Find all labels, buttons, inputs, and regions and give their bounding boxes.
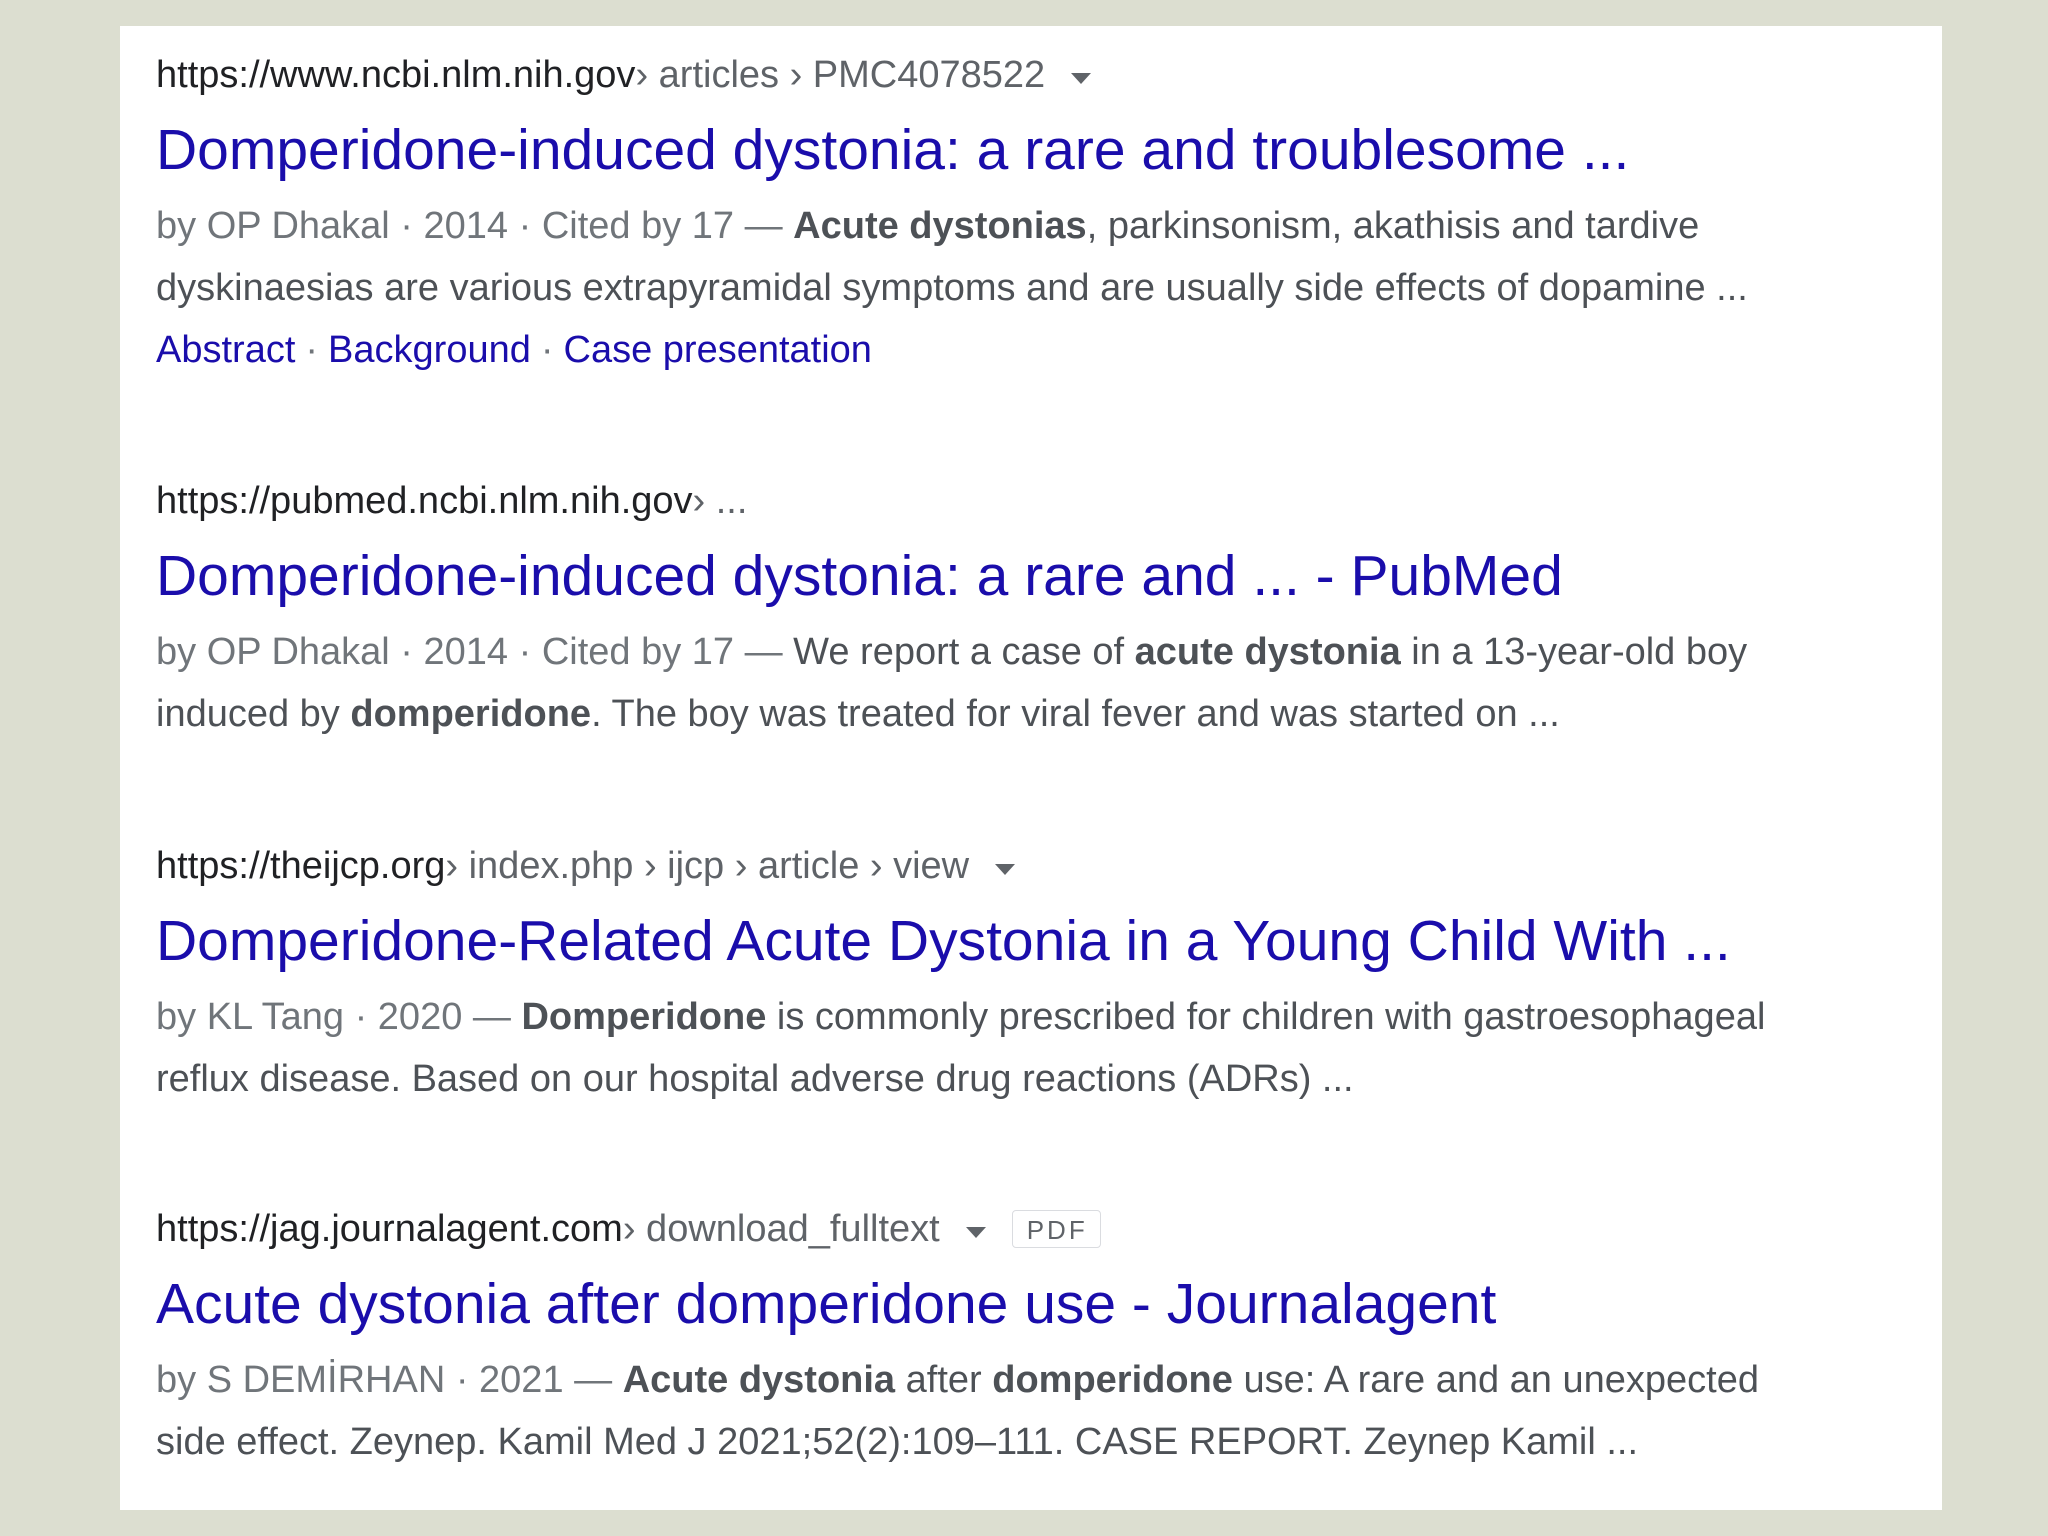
snippet-line: dyskinaesias are various extrapyramidal … — [156, 267, 1748, 309]
result-host: https://pubmed.ncbi.nlm.nih.gov — [156, 480, 693, 522]
result-snippet: by S DEMİRHAN · 2021 — Acute dystonia af… — [156, 1349, 1882, 1473]
snippet-line: by OP Dhakal · 2014 · Cited by 17 — Acut… — [156, 195, 1882, 257]
result-breadcrumb[interactable]: https://www.ncbi.nlm.nih.gov › articles … — [156, 56, 1882, 94]
snippet-line: side effect. Zeynep. Kamil Med J 2021;52… — [156, 1421, 1639, 1463]
result-title-link[interactable]: Domperidone-Related Acute Dystonia in a … — [156, 913, 1882, 970]
result-title-link[interactable]: Domperidone-induced dystonia: a rare and… — [156, 548, 1882, 605]
caret-down-icon[interactable] — [1071, 72, 1092, 84]
snippet-text: , parkinsonism, akathisis and tardive — [1086, 205, 1700, 247]
search-result: https://jag.journalagent.com › download_… — [156, 1210, 1882, 1473]
search-result: https://www.ncbi.nlm.nih.gov › articles … — [156, 56, 1882, 381]
snippet-text: use: A rare and an unexpected — [1232, 1359, 1759, 1401]
snippet-text: . The boy was treated for viral fever an… — [591, 693, 1560, 735]
result-meta: by S DEMİRHAN · 2021 — — [156, 1359, 623, 1401]
snippet-text: in a 13-year-old boy — [1400, 631, 1748, 673]
snippet-text: We report a case of — [793, 631, 1135, 673]
snippet-line: by OP Dhakal · 2014 · Cited by 17 — We r… — [156, 621, 1882, 683]
snippet-text: is commonly prescribed for children with… — [766, 996, 1766, 1038]
snippet-text: induced by — [156, 693, 351, 735]
result-title-link[interactable]: Acute dystonia after domperidone use - J… — [156, 1276, 1882, 1333]
result-path: › download_fulltext — [622, 1208, 940, 1250]
result-path: › ... — [692, 480, 748, 522]
result-host: https://theijcp.org — [156, 845, 446, 887]
separator-dot: · — [305, 329, 319, 371]
sitelink-abstract[interactable]: Abstract — [156, 329, 295, 371]
result-snippet: by OP Dhakal · 2014 · Cited by 17 — We r… — [156, 621, 1882, 745]
result-host: https://jag.journalagent.com — [156, 1208, 623, 1250]
result-meta: by KL Tang · 2020 — — [156, 996, 522, 1038]
caret-down-icon[interactable] — [965, 1226, 986, 1238]
snippet-line: reflux disease. Based on our hospital ad… — [156, 1058, 1354, 1100]
sitelink-background[interactable]: Background — [328, 329, 531, 371]
result-path: › articles › PMC4078522 — [635, 54, 1046, 96]
caret-down-icon[interactable] — [995, 863, 1016, 875]
result-snippet: by OP Dhakal · 2014 · Cited by 17 — Acut… — [156, 195, 1882, 319]
snippet-bold: acute dystonia — [1134, 631, 1401, 673]
result-host: https://www.ncbi.nlm.nih.gov — [156, 54, 636, 96]
snippet-bold: Acute dystonias — [793, 205, 1087, 247]
pdf-badge: PDF — [1011, 1210, 1101, 1248]
snippet-text: after — [895, 1359, 993, 1401]
result-path: › index.php › ijcp › article › view — [445, 845, 970, 887]
snippet-bold: Domperidone — [521, 996, 767, 1038]
snippet-bold: domperidone — [350, 693, 592, 735]
snippet-line: by S DEMİRHAN · 2021 — Acute dystonia af… — [156, 1349, 1882, 1411]
result-breadcrumb[interactable]: https://pubmed.ncbi.nlm.nih.gov › ... — [156, 482, 1882, 520]
result-title-link[interactable]: Domperidone-induced dystonia: a rare and… — [156, 122, 1882, 179]
separator-dot: · — [540, 329, 554, 371]
search-result: https://theijcp.org › index.php › ijcp ›… — [156, 847, 1882, 1110]
result-breadcrumb[interactable]: https://jag.journalagent.com › download_… — [156, 1210, 1882, 1248]
sitelink-case-presentation[interactable]: Case presentation — [564, 329, 872, 371]
sitelinks: Abstract · Background · Case presentation — [156, 319, 1882, 381]
snippet-line: induced by domperidone. The boy was trea… — [156, 683, 1882, 745]
result-meta: by OP Dhakal · 2014 · Cited by 17 — — [156, 631, 794, 673]
result-breadcrumb[interactable]: https://theijcp.org › index.php › ijcp ›… — [156, 847, 1882, 885]
result-meta: by OP Dhakal · 2014 · Cited by 17 — — [156, 205, 794, 247]
search-results-card: https://www.ncbi.nlm.nih.gov › articles … — [120, 26, 1942, 1510]
result-snippet: by KL Tang · 2020 — Domperidone is commo… — [156, 986, 1882, 1110]
snippet-bold: Acute dystonia — [622, 1359, 896, 1401]
snippet-bold: domperidone — [992, 1359, 1233, 1401]
search-result: https://pubmed.ncbi.nlm.nih.gov › ... Do… — [156, 482, 1882, 745]
snippet-line: by KL Tang · 2020 — Domperidone is commo… — [156, 986, 1882, 1048]
